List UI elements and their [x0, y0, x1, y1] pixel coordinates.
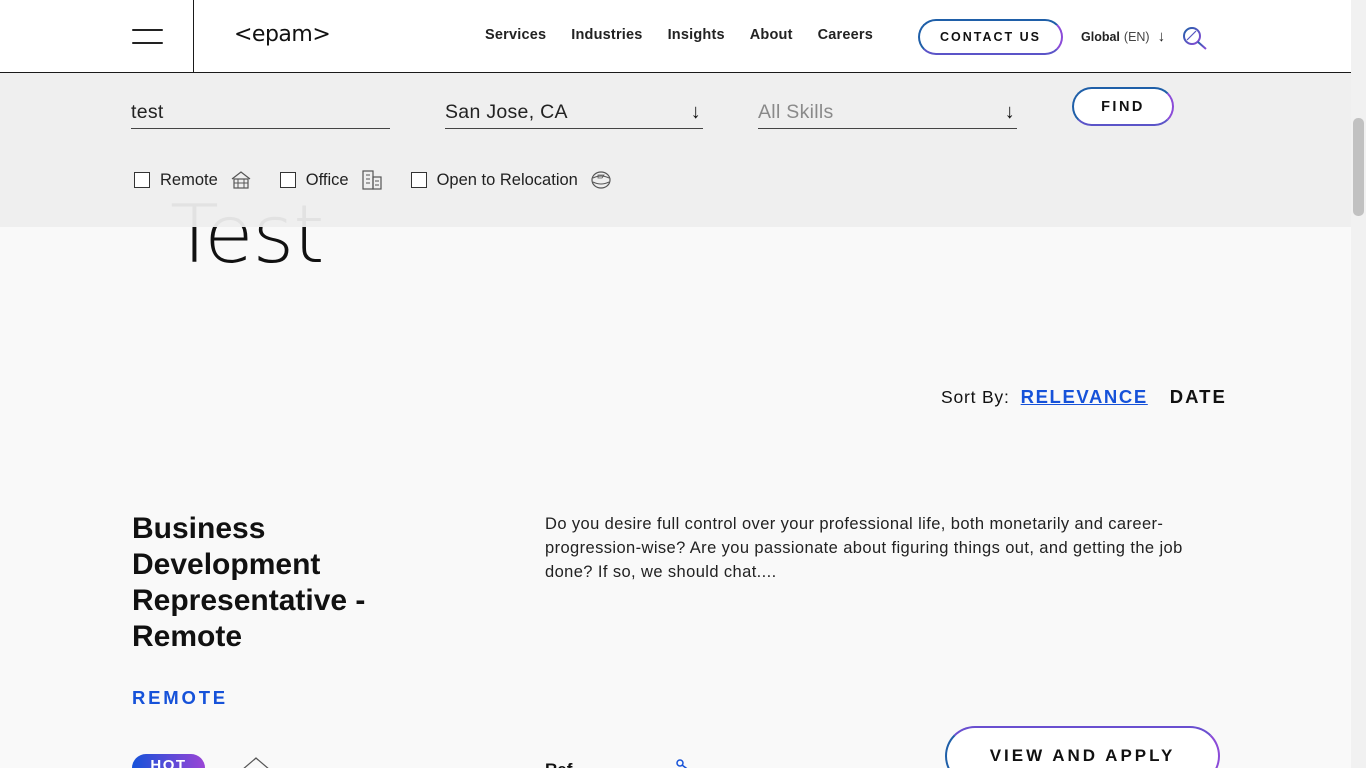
- nav-about[interactable]: About: [750, 27, 793, 43]
- lang-region: Global: [1081, 29, 1120, 44]
- home-icon: [243, 757, 269, 768]
- menu-icon[interactable]: [132, 29, 163, 45]
- home-icon: [231, 171, 251, 189]
- job-filter-panel: test San Jose, CA ↓ All Skills ↓ FIND Re…: [0, 73, 1351, 227]
- share-icon[interactable]: [674, 757, 694, 768]
- nav-services[interactable]: Services: [485, 27, 546, 43]
- arrow-down-icon: ↓: [1004, 101, 1015, 123]
- checkbox-box[interactable]: [134, 172, 150, 188]
- find-button[interactable]: FIND: [1072, 87, 1174, 126]
- job-type: REMOTE: [132, 687, 228, 708]
- search-icon[interactable]: [1182, 26, 1208, 52]
- page-scrollbar[interactable]: [1351, 0, 1366, 768]
- view-and-apply-button[interactable]: VIEW AND APPLY: [945, 726, 1220, 768]
- location-select[interactable]: San Jose, CA ↓: [445, 97, 703, 129]
- header-divider: [193, 0, 194, 73]
- scrollbar-thumb[interactable]: [1353, 118, 1364, 216]
- keyword-value: test: [131, 101, 164, 123]
- keyword-input[interactable]: test: [131, 97, 390, 129]
- nav-careers[interactable]: Careers: [818, 27, 873, 43]
- epam-logo[interactable]: <epam>: [234, 22, 331, 47]
- checkbox-box[interactable]: [410, 172, 427, 188]
- job-title[interactable]: Business Development Representative - Re…: [132, 511, 432, 655]
- hot-badge: HOT: [132, 754, 205, 768]
- office-label: Office: [305, 170, 349, 189]
- main-nav: Services Industries Insights About Caree…: [485, 27, 898, 43]
- sort-date-link[interactable]: DATE: [1170, 386, 1227, 408]
- relocation-checkbox[interactable]: Open to Relocation: [410, 170, 612, 190]
- job-description: Do you desire full control over your pro…: [545, 515, 1183, 581]
- sort-controls: Sort By: RELEVANCE DATE: [941, 386, 1227, 408]
- remote-checkbox[interactable]: Remote: [134, 170, 252, 190]
- office-checkbox[interactable]: Office: [279, 169, 383, 191]
- building-icon: [361, 170, 382, 190]
- work-type-checkboxes: Remote Office Open to Relocation: [134, 169, 640, 191]
- language-selector[interactable]: Global (EN) ↓: [1081, 28, 1165, 45]
- skills-placeholder: All Skills: [758, 101, 834, 123]
- nav-insights[interactable]: Insights: [668, 27, 725, 43]
- referral-label[interactable]: Ref: [545, 760, 572, 768]
- relocation-label: Open to Relocation: [436, 170, 578, 189]
- globe-icon: [591, 171, 611, 189]
- arrow-down-icon: ↓: [690, 101, 701, 123]
- arrow-down-icon: ↓: [1157, 28, 1166, 45]
- location-value: San Jose, CA: [445, 101, 568, 123]
- contact-us-button[interactable]: CONTACT US: [918, 19, 1063, 55]
- remote-label: Remote: [160, 170, 218, 189]
- sort-label: Sort By:: [941, 386, 1010, 407]
- site-header: <epam> Services Industries Insights Abou…: [0, 0, 1351, 73]
- lang-code: (EN): [1123, 29, 1150, 44]
- sort-relevance-link[interactable]: RELEVANCE: [1021, 386, 1148, 408]
- skills-select[interactable]: All Skills ↓: [758, 97, 1017, 129]
- checkbox-box[interactable]: [279, 172, 296, 188]
- nav-industries[interactable]: Industries: [571, 27, 642, 43]
